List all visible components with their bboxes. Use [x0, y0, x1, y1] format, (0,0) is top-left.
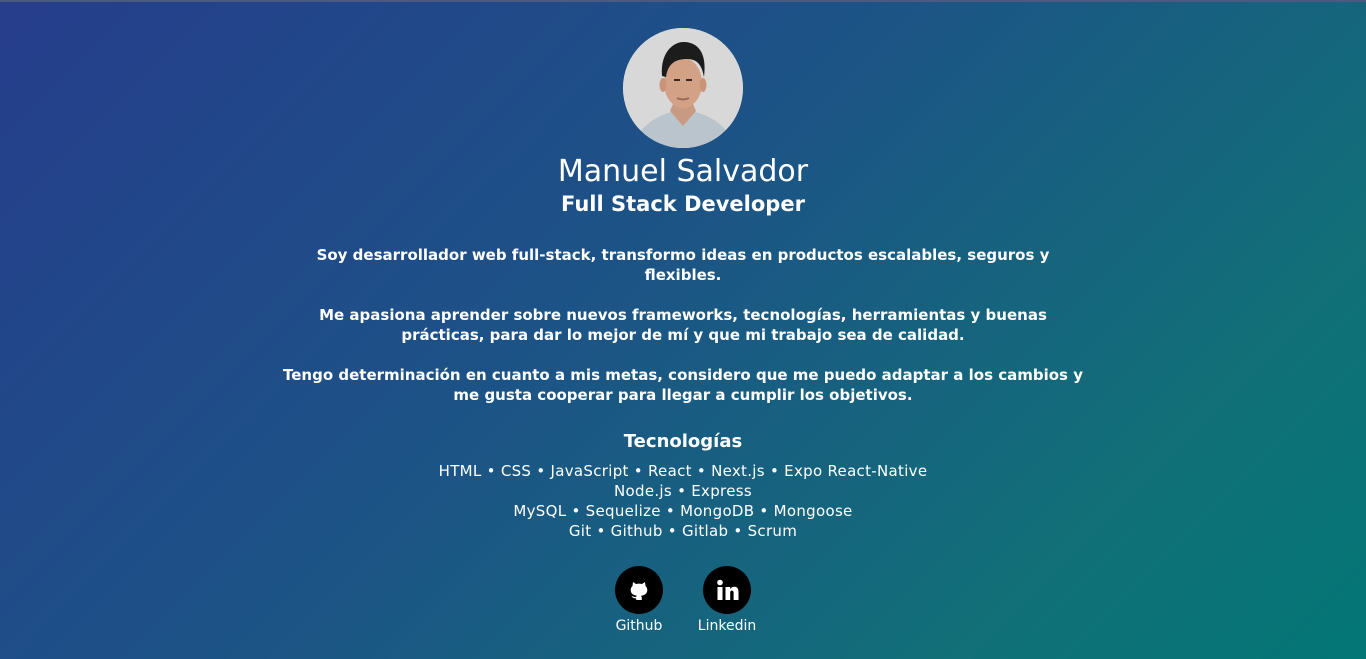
- bio-paragraph-3: Tengo determinación en cuanto a mis meta…: [283, 366, 1083, 404]
- profile-page: Manuel Salvador Full Stack Developer Soy…: [0, 0, 1366, 659]
- avatar: [623, 28, 743, 148]
- technologies-line: Git • Github • Gitlab • Scrum: [568, 522, 798, 540]
- technologies-list: HTML • CSS • JavaScript • React • Next.j…: [439, 461, 928, 541]
- technologies-title: Tecnologías: [623, 431, 743, 452]
- bio: Soy desarrollador web full-stack, transf…: [278, 245, 1088, 405]
- technologies-line: MySQL • Sequelize • MongoDB • Mongoose: [513, 502, 853, 520]
- profile-role: Full Stack Developer: [561, 192, 805, 216]
- bio-paragraph-2: Me apasiona aprender sobre nuevos framew…: [319, 306, 1047, 344]
- profile-name: Manuel Salvador: [557, 154, 809, 189]
- github-link[interactable]: Github: [612, 566, 666, 635]
- github-icon: [615, 566, 663, 614]
- technologies-line: Node.js • Express: [614, 482, 752, 500]
- linkedin-label: Linkedin: [697, 618, 757, 634]
- linkedin-icon: [703, 566, 751, 614]
- technologies-line: HTML • CSS • JavaScript • React • Next.j…: [438, 462, 928, 480]
- bio-paragraph-1: Soy desarrollador web full-stack, transf…: [316, 246, 1050, 284]
- avatar-photo: [623, 28, 743, 148]
- github-label: Github: [615, 618, 663, 634]
- social-links: Github Linkedin: [612, 566, 757, 635]
- top-border: [0, 0, 1366, 2]
- linkedin-link[interactable]: Linkedin: [697, 566, 757, 635]
